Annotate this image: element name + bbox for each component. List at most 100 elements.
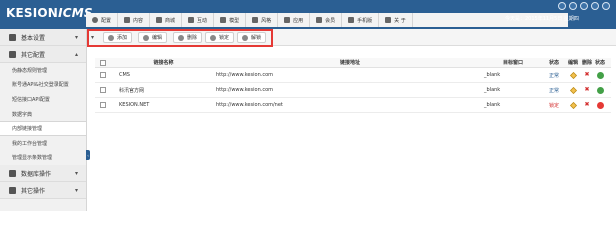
sidebar-item-page-size[interactable]: 管理显示条数管理 bbox=[0, 151, 86, 166]
blocked-icon[interactable] bbox=[596, 101, 604, 109]
top-bar: KESIONICMS 配置 内容 商城 互动 模型 风格 应用 会员 手机版 关… bbox=[0, 0, 616, 29]
menu-item-store[interactable]: 商城 bbox=[150, 13, 183, 27]
pencil-icon[interactable] bbox=[569, 86, 577, 94]
sidebar-item-rewrite[interactable]: 伪静态规则管理 bbox=[0, 63, 86, 78]
sidebar-section-other-ops[interactable]: 其它操作 ▾ bbox=[0, 182, 86, 200]
lock-icon bbox=[210, 34, 216, 41]
menu-item-mobile[interactable]: 手机版 bbox=[342, 13, 380, 27]
gear-icon bbox=[92, 17, 98, 23]
menu-item-members[interactable]: 会员 bbox=[310, 13, 343, 27]
link-name: CMS bbox=[119, 72, 130, 78]
database-icon bbox=[9, 169, 16, 177]
sidebar-item-sms-api[interactable]: 短信接口API配置 bbox=[0, 92, 86, 107]
refresh-icon[interactable] bbox=[558, 2, 566, 10]
minus-icon bbox=[178, 34, 184, 41]
row-checkbox[interactable] bbox=[100, 102, 106, 108]
header-edit: 编辑 bbox=[567, 60, 578, 66]
window-controls bbox=[558, 2, 610, 10]
tools-icon bbox=[9, 186, 16, 194]
delete-icon[interactable]: ✖ bbox=[584, 87, 589, 93]
date-info: 今天是：2015年11月5日 星期四 bbox=[505, 16, 579, 22]
sidebar-item-internal-links[interactable]: 内部链接管理 bbox=[0, 121, 86, 136]
table-header: 链接名称 链接地址 目标窗口 状态 编辑 删除 状态 bbox=[95, 58, 611, 68]
app-logo: KESIONICMS bbox=[6, 6, 93, 20]
unlock-button[interactable]: 解锁 bbox=[237, 32, 267, 43]
select-all-checkbox[interactable] bbox=[100, 59, 106, 66]
table-row[interactable]: KESION.NET http://www.kesion.com/net _bl… bbox=[95, 98, 611, 113]
mobile-icon bbox=[348, 17, 355, 23]
store-icon bbox=[156, 17, 163, 23]
status-badge: 正常 bbox=[548, 72, 559, 79]
header-status: 状态 bbox=[548, 60, 559, 66]
chevron-up-icon: ▴ bbox=[74, 50, 78, 58]
sidebar-collapse-handle[interactable]: ‹ bbox=[86, 150, 90, 160]
logout-icon[interactable] bbox=[602, 2, 610, 10]
header-state: 状态 bbox=[594, 60, 605, 66]
plus-icon bbox=[108, 34, 114, 41]
pencil-icon[interactable] bbox=[569, 71, 577, 79]
menu-item-style[interactable]: 风格 bbox=[246, 13, 279, 27]
link-target: _blank bbox=[484, 72, 501, 78]
status-badge: 锁定 bbox=[548, 102, 559, 109]
unlock-icon bbox=[242, 34, 248, 41]
sidebar-item-dictionary[interactable]: 数据字典 bbox=[0, 107, 86, 122]
menu-item-about[interactable]: 关 于 bbox=[379, 13, 413, 27]
sidebar-section-database[interactable]: 数据库操作 ▾ bbox=[0, 165, 86, 183]
menu-item-config[interactable]: 配置 bbox=[86, 13, 119, 27]
sidebar-item-social-login[interactable]: 账号通API&社交登录配置 bbox=[0, 78, 86, 93]
header-name: 链接名称 bbox=[153, 60, 174, 66]
sidebar: 基本设置 ▾ 其它配置 ▴ 伪静态规则管理 账号通API&社交登录配置 短信接口… bbox=[0, 29, 87, 211]
main-menu: 配置 内容 商城 互动 模型 风格 应用 会员 手机版 关 于 bbox=[86, 13, 568, 27]
tag-icon bbox=[252, 17, 259, 23]
table-row[interactable]: CMS http://www.kesion.com _blank 正常 ✖ bbox=[95, 68, 611, 83]
link-target: _blank bbox=[484, 87, 501, 93]
header-url: 链接地址 bbox=[339, 60, 360, 66]
menu-item-content[interactable]: 内容 bbox=[118, 13, 151, 27]
table-row[interactable]: 科汛官方网 http://www.kesion.com _blank 正常 ✖ bbox=[95, 83, 611, 98]
document-icon bbox=[124, 17, 131, 23]
menu-item-model[interactable]: 模型 bbox=[214, 13, 247, 27]
delete-button[interactable]: 删除 bbox=[173, 32, 203, 43]
pencil-icon bbox=[143, 34, 149, 41]
delete-icon[interactable]: ✖ bbox=[584, 102, 589, 108]
chevron-down-icon: ▾ bbox=[74, 186, 78, 194]
header-target: 目标窗口 bbox=[502, 60, 523, 66]
chat-icon bbox=[188, 17, 195, 23]
link-name: KESION.NET bbox=[119, 102, 150, 108]
add-button[interactable]: 添加 bbox=[103, 32, 133, 43]
grid-icon bbox=[220, 17, 227, 23]
row-checkbox[interactable] bbox=[100, 72, 106, 78]
edit-button[interactable]: 编辑 bbox=[138, 32, 168, 43]
link-url: http://www.kesion.com/net bbox=[216, 102, 283, 108]
help-icon[interactable] bbox=[591, 2, 599, 10]
info-icon bbox=[385, 17, 392, 23]
toolbar: ▾ 添加 编辑 删除 锁定 解锁 bbox=[87, 29, 616, 47]
logo-main: KESION bbox=[6, 6, 59, 20]
gear-icon bbox=[9, 33, 16, 41]
home-icon[interactable] bbox=[569, 2, 577, 10]
menu-item-interact[interactable]: 互动 bbox=[182, 13, 215, 27]
link-url: http://www.kesion.com bbox=[216, 87, 273, 93]
lock-button[interactable]: 锁定 bbox=[205, 32, 235, 43]
monitor-icon bbox=[284, 17, 291, 23]
header-delete: 删除 bbox=[581, 60, 592, 66]
status-badge: 正常 bbox=[548, 87, 559, 94]
link-url: http://www.kesion.com bbox=[216, 72, 273, 78]
check-icon[interactable] bbox=[596, 71, 604, 79]
check-icon[interactable] bbox=[596, 86, 604, 94]
link-name: 科汛官方网 bbox=[119, 87, 145, 94]
link-target: _blank bbox=[484, 102, 501, 108]
chevron-down-icon: ▾ bbox=[74, 169, 78, 177]
settings-icon[interactable] bbox=[580, 2, 588, 10]
pencil-icon[interactable] bbox=[569, 101, 577, 109]
sidebar-section-other[interactable]: 其它配置 ▴ bbox=[0, 46, 86, 63]
links-table: 链接名称 链接地址 目标窗口 状态 编辑 删除 状态 CMS http://ww… bbox=[95, 58, 611, 113]
user-icon bbox=[316, 17, 323, 23]
menu-item-apps[interactable]: 应用 bbox=[278, 13, 311, 27]
chevron-down-icon: ▾ bbox=[74, 33, 78, 41]
delete-icon[interactable]: ✖ bbox=[584, 72, 589, 78]
sidebar-item-workbench[interactable]: 我的工作台管理 bbox=[0, 136, 86, 151]
wrench-icon bbox=[9, 50, 16, 58]
sidebar-section-basic[interactable]: 基本设置 ▾ bbox=[0, 29, 86, 46]
row-checkbox[interactable] bbox=[100, 87, 106, 93]
